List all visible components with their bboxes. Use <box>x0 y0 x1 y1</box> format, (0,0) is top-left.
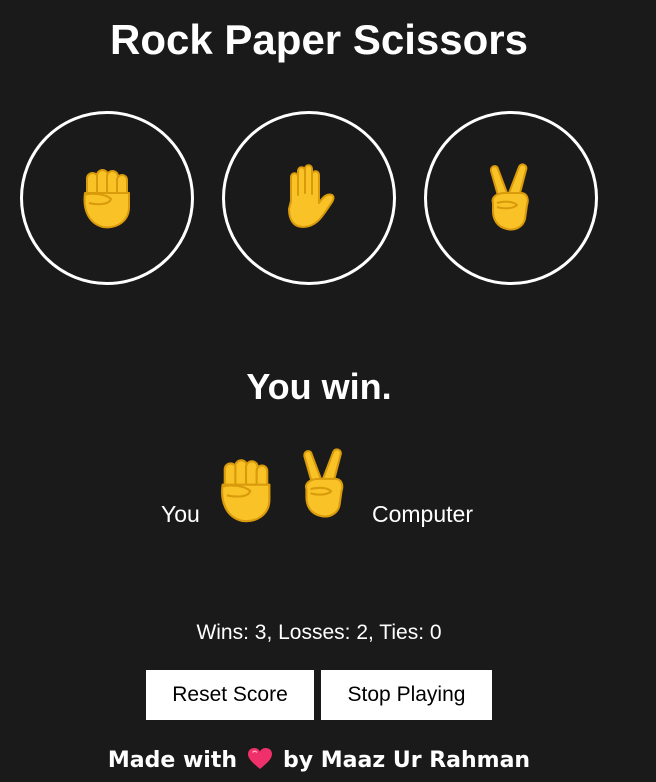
footer-prefix: Made with <box>107 748 238 773</box>
round-result: You win. <box>246 366 392 407</box>
rock-fist-icon <box>72 163 142 233</box>
reset-score-button[interactable]: Reset Score <box>146 670 314 720</box>
scissors-victory-icon <box>292 444 358 524</box>
you-label: You <box>161 501 200 527</box>
stop-playing-button[interactable]: Stop Playing <box>321 670 492 720</box>
footer-credit: Made with by Maaz Ur Rahman <box>0 744 638 778</box>
page-title: Rock Paper Scissors <box>110 16 528 63</box>
scissors-button[interactable] <box>424 111 598 285</box>
rock-button[interactable] <box>20 111 194 285</box>
matchup-display: You Computer <box>0 440 656 540</box>
scissors-victory-icon <box>476 163 546 233</box>
score-text: Wins: 3, Losses: 2, Ties: 0 <box>196 621 442 644</box>
rock-fist-icon <box>212 452 280 528</box>
computer-label: Computer <box>372 501 473 527</box>
paper-hand-icon <box>274 163 344 233</box>
paper-button[interactable] <box>222 111 396 285</box>
heart-icon <box>248 748 273 769</box>
footer-suffix: by Maaz Ur Rahman <box>283 748 531 773</box>
choice-buttons <box>20 111 604 291</box>
